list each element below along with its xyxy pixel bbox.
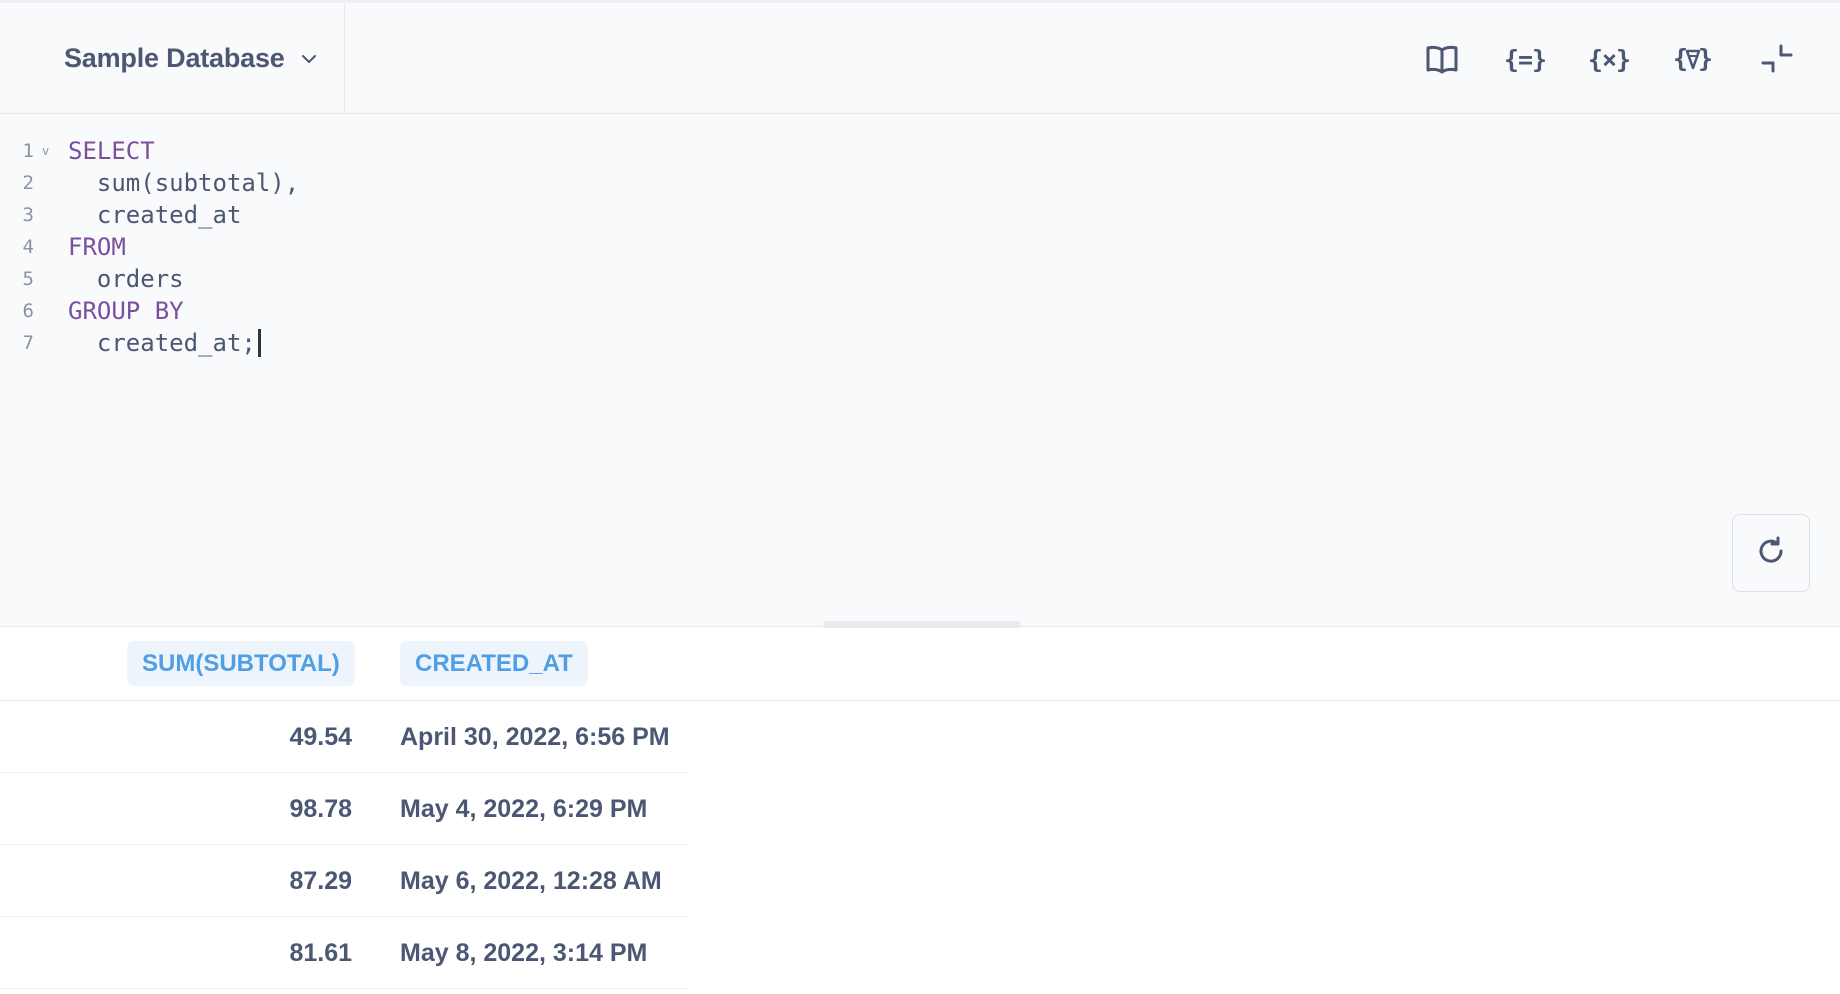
column-header-sum-subtotal[interactable]: SUM(SUBTOTAL)	[127, 641, 355, 686]
code-line[interactable]: 2 sum(subtotal),	[0, 167, 1700, 199]
snippet-glyph: {=}	[1503, 44, 1547, 74]
editor-toolbar: Sample Database {=} {×} { }	[0, 3, 1840, 114]
code-line[interactable]: 5 orders	[0, 263, 1700, 295]
table-row[interactable]: 49.54 April 30, 2022, 6:56 PM	[0, 701, 690, 773]
snippet-icon[interactable]: {=}	[1503, 39, 1547, 79]
svg-text:{: {	[1673, 44, 1688, 73]
native-query-editor: Sample Database {=} {×} { } 1 v SELECT 2…	[0, 3, 1840, 627]
code-line[interactable]: 6 GROUP BY	[0, 295, 1700, 327]
line-number: 1	[22, 140, 34, 162]
sql-keyword: FROM	[68, 233, 126, 261]
code-line[interactable]: 7 created_at;	[0, 327, 1700, 359]
line-number: 3	[22, 204, 34, 226]
sql-keyword: SELECT	[68, 137, 155, 165]
table-row[interactable]: 98.78 May 4, 2022, 6:29 PM	[0, 773, 690, 845]
svg-text:}: }	[1698, 44, 1713, 73]
variables-glyph: {×}	[1587, 44, 1631, 74]
cell-sum-subtotal[interactable]: 81.61	[289, 917, 352, 989]
line-number: 2	[22, 172, 34, 194]
collapse-icon[interactable]	[1757, 39, 1797, 79]
refresh-icon	[1755, 535, 1787, 572]
book-icon[interactable]	[1422, 39, 1462, 79]
line-number: 6	[22, 300, 34, 322]
line-number: 4	[22, 236, 34, 258]
table-row[interactable]: 81.61 May 8, 2022, 3:14 PM	[0, 917, 690, 989]
text-cursor	[258, 329, 261, 357]
sql-text: orders	[68, 265, 184, 293]
line-number: 5	[22, 268, 34, 290]
variables-icon[interactable]: {×}	[1587, 39, 1631, 79]
snippets-library-icon[interactable]: { }	[1673, 39, 1713, 79]
sql-text: sum(subtotal),	[68, 169, 300, 197]
code-line[interactable]: 1 v SELECT	[0, 135, 1700, 167]
results-table: SUM(SUBTOTAL) CREATED_AT 49.54 April 30, …	[0, 628, 1840, 994]
table-row[interactable]: 87.29 May 6, 2022, 12:28 AM	[0, 845, 690, 917]
cell-created-at[interactable]: April 30, 2022, 6:56 PM	[400, 701, 670, 773]
sql-code[interactable]: 1 v SELECT 2 sum(subtotal), 3 created_at 4 FRO…	[0, 135, 1700, 359]
cell-sum-subtotal[interactable]: 49.54	[289, 701, 352, 773]
chevron-down-icon	[301, 54, 317, 64]
sql-text: created_at;	[68, 329, 256, 357]
sql-text: created_at	[68, 201, 242, 229]
line-number: 7	[22, 332, 34, 354]
fold-toggle-icon[interactable]: v	[42, 135, 49, 167]
column-header-created-at[interactable]: CREATED_AT	[400, 641, 588, 686]
code-line[interactable]: 4 FROM	[0, 231, 1700, 263]
run-query-button[interactable]	[1732, 514, 1810, 592]
database-picker[interactable]: Sample Database	[0, 3, 345, 114]
cell-sum-subtotal[interactable]: 87.29	[289, 845, 352, 917]
table-header: SUM(SUBTOTAL) CREATED_AT	[0, 628, 1840, 701]
cell-sum-subtotal[interactable]: 98.78	[289, 773, 352, 845]
cell-created-at[interactable]: May 4, 2022, 6:29 PM	[400, 773, 647, 845]
code-line[interactable]: 3 created_at	[0, 199, 1700, 231]
database-name: Sample Database	[64, 43, 285, 73]
cell-created-at[interactable]: May 6, 2022, 12:28 AM	[400, 845, 662, 917]
sql-keyword: GROUP BY	[68, 297, 184, 325]
cell-created-at[interactable]: May 8, 2022, 3:14 PM	[400, 917, 647, 989]
